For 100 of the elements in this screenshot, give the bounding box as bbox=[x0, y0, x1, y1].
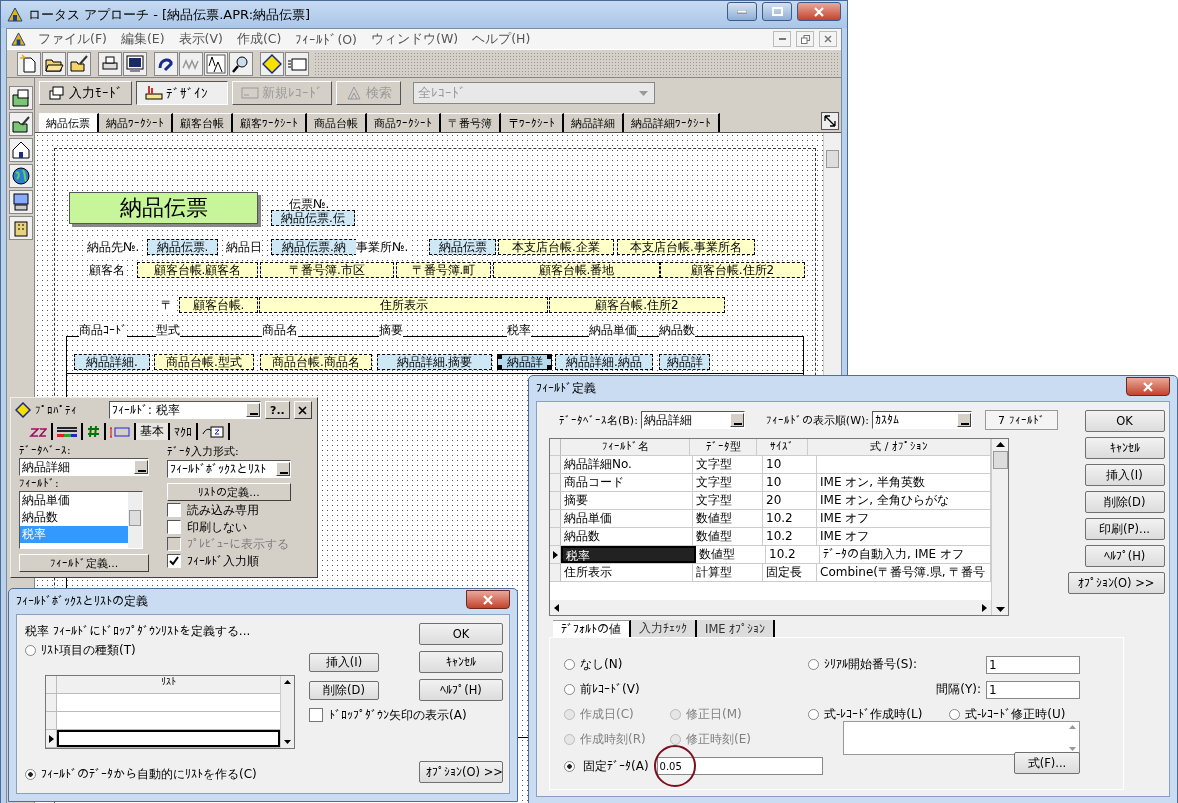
new-file-button[interactable] bbox=[17, 51, 41, 76]
form-field[interactable]: 納品詳 bbox=[659, 354, 710, 370]
menu-item[interactable]: 作成(C) bbox=[230, 30, 288, 48]
view-tab[interactable]: 納品ﾜｰｸｼｰﾄ bbox=[99, 113, 173, 132]
dialog-button[interactable]: 挿入(I) bbox=[1084, 464, 1165, 486]
mode-button[interactable]: ﾃﾞｻﾞｲﾝ bbox=[136, 81, 228, 105]
define-list-button[interactable]: ﾘｽﾄの定義... bbox=[167, 483, 291, 501]
maximize-button[interactable] bbox=[762, 2, 792, 21]
scroll-thumb[interactable] bbox=[992, 451, 1008, 469]
interval-field[interactable]: 1 bbox=[986, 680, 1080, 699]
checkbox[interactable] bbox=[309, 708, 323, 722]
menu-item[interactable]: 編集(E) bbox=[114, 30, 171, 48]
tab-scroll-button[interactable] bbox=[821, 112, 839, 130]
menu-item[interactable]: ﾌｨｰﾙﾄﾞ(O) bbox=[289, 31, 363, 47]
help-button[interactable]: ?.. bbox=[265, 401, 290, 419]
radio-button[interactable] bbox=[564, 760, 575, 772]
database-dropdown[interactable]: 納品詳細 bbox=[640, 411, 745, 429]
card-button[interactable] bbox=[285, 51, 309, 76]
form-field[interactable]: 納品詳細.摘要 bbox=[377, 354, 492, 370]
view-tab[interactable]: 納品詳細ﾜｰｸｼｰﾄ bbox=[624, 113, 720, 132]
form-field[interactable]: 顧客台帳. bbox=[179, 297, 258, 313]
database-dropdown[interactable]: 納品詳細 bbox=[19, 458, 149, 476]
options-button[interactable]: ｵﾌﾟｼｮﾝ(O) >> bbox=[419, 761, 503, 783]
table-row[interactable]: 摘要 文字型 20 IME オン, 全角ひらがな bbox=[550, 492, 991, 510]
form-field[interactable]: 納品伝票 bbox=[429, 239, 496, 255]
radio-button[interactable] bbox=[808, 709, 819, 720]
field-list-item[interactable]: 納品単価 bbox=[20, 492, 128, 509]
formula-text-area[interactable] bbox=[843, 721, 1080, 755]
dialog-button[interactable]: 削除(D) bbox=[1084, 491, 1165, 513]
close-button[interactable] bbox=[466, 590, 510, 609]
value-field[interactable]: 0.05 bbox=[656, 757, 823, 775]
options-button[interactable]: ｵﾌﾟｼｮﾝ(O) >> bbox=[1067, 572, 1165, 594]
form-field[interactable]: 顧客台帳.住所2 bbox=[549, 297, 725, 313]
list-input-row[interactable] bbox=[57, 730, 280, 747]
dialog-tab[interactable]: ﾃﾞﾌｫﾙﾄの値 bbox=[553, 620, 631, 637]
dialog-button[interactable]: OK bbox=[1084, 410, 1165, 432]
radio-button[interactable] bbox=[25, 645, 36, 656]
form-field[interactable]: 納品詳 bbox=[497, 354, 552, 370]
ok-button[interactable]: OK bbox=[419, 623, 503, 645]
view-tab[interactable]: 〒番号簿 bbox=[441, 113, 501, 132]
form-field[interactable]: 納品伝票.納 bbox=[271, 239, 357, 255]
scrollbar[interactable] bbox=[128, 492, 142, 548]
checkbox[interactable] bbox=[167, 520, 181, 534]
dialog-tab[interactable]: IME ｵﾌﾟｼｮﾝ bbox=[697, 620, 776, 637]
mode-button[interactable]: 入力ﾓｰﾄﾞ bbox=[39, 81, 132, 105]
help-button[interactable]: ﾍﾙﾌﾟ(H) bbox=[419, 679, 503, 701]
menu-item[interactable]: 表示(V) bbox=[172, 30, 229, 48]
radio-button[interactable] bbox=[564, 659, 575, 670]
value-field[interactable]: 1 bbox=[986, 655, 1080, 674]
dialog-tab[interactable]: 入力ﾁｪｯｸ bbox=[631, 620, 697, 637]
properties-tab[interactable]: 基本 bbox=[136, 423, 170, 440]
form-field[interactable]: 商品台帳.商品名 bbox=[260, 354, 372, 370]
folder-edit-button[interactable] bbox=[67, 51, 91, 76]
view-tab[interactable]: 納品伝票 bbox=[39, 113, 99, 132]
form-field[interactable]: 顧客台帳.顧客名 bbox=[137, 262, 258, 278]
view-tab[interactable]: 顧客台帳 bbox=[173, 113, 233, 132]
form-field[interactable]: 納品詳細. bbox=[74, 354, 150, 370]
diamond-button[interactable] bbox=[260, 51, 284, 76]
view-tab[interactable]: 納品詳細 bbox=[564, 113, 624, 132]
cancel-button[interactable]: ｷｬﾝｾﾙ bbox=[419, 651, 503, 673]
form-field[interactable]: 〒番号簿.町 bbox=[396, 262, 491, 278]
field-order-dropdown[interactable]: ｶｽﾀﾑ bbox=[872, 411, 972, 429]
open-folder-button[interactable] bbox=[42, 51, 66, 76]
form-field[interactable]: 納品伝票. bbox=[147, 239, 218, 255]
hook-button[interactable] bbox=[154, 51, 178, 76]
restore-button[interactable] bbox=[796, 31, 814, 47]
form-field[interactable]: 商品台帳.型式 bbox=[154, 354, 254, 370]
form-field[interactable]: 〒番号簿.市区 bbox=[260, 262, 394, 278]
scrollbar[interactable] bbox=[280, 676, 294, 748]
menu-item[interactable]: ファイル(F) bbox=[32, 30, 113, 48]
close-button[interactable] bbox=[1126, 377, 1170, 396]
form-folder-button[interactable] bbox=[8, 86, 33, 110]
input-format-dropdown[interactable]: ﾌｨｰﾙﾄﾞﾎﾞｯｸｽとﾘｽﾄ bbox=[167, 460, 291, 478]
checkbox[interactable] bbox=[167, 503, 181, 517]
form-field[interactable]: 顧客台帳.番地 bbox=[493, 262, 660, 278]
folder-edit-button[interactable] bbox=[8, 112, 33, 136]
menu-item[interactable]: ヘルプ(H) bbox=[466, 30, 537, 48]
object-dropdown[interactable]: ﾌｨｰﾙﾄﾞ: 税率 bbox=[109, 401, 261, 419]
view-tab[interactable]: 顧客ﾜｰｸｼｰﾄ bbox=[233, 113, 307, 132]
form-field[interactable]: 本支店台帳.企業 bbox=[498, 239, 614, 255]
view-tab[interactable]: 〒ﾜｰｸｼｰﾄ bbox=[501, 113, 564, 132]
form-field[interactable]: 納品詳細.納品 bbox=[555, 354, 653, 370]
radio-button[interactable] bbox=[949, 709, 960, 720]
form-field[interactable]: 住所表示 bbox=[259, 297, 548, 313]
insert-button[interactable]: 挿入(I) bbox=[309, 652, 379, 672]
scrollbar[interactable] bbox=[991, 439, 1008, 615]
magnifier-button[interactable] bbox=[229, 51, 253, 76]
table-row[interactable]: 納品単価 数値型 10.2 IME オフ bbox=[550, 510, 991, 528]
form-field[interactable]: 顧客台帳.住所2 bbox=[660, 262, 805, 278]
globe-button[interactable] bbox=[8, 164, 33, 188]
radio-button[interactable] bbox=[564, 684, 575, 695]
delete-button[interactable]: 削除(D) bbox=[309, 680, 379, 700]
properties-tab[interactable]: ﾏｸﾛ bbox=[170, 423, 198, 440]
menu-item[interactable]: ウィンドウ(W) bbox=[365, 30, 465, 48]
dialog-button[interactable]: 印刷(P)... bbox=[1084, 518, 1165, 540]
house-button[interactable] bbox=[8, 138, 33, 162]
minimize-button[interactable] bbox=[773, 31, 791, 47]
form-field[interactable]: 納品伝票.伝 bbox=[271, 210, 355, 226]
view-tab[interactable]: 商品台帳 bbox=[307, 113, 367, 132]
radio-button[interactable] bbox=[808, 659, 819, 670]
